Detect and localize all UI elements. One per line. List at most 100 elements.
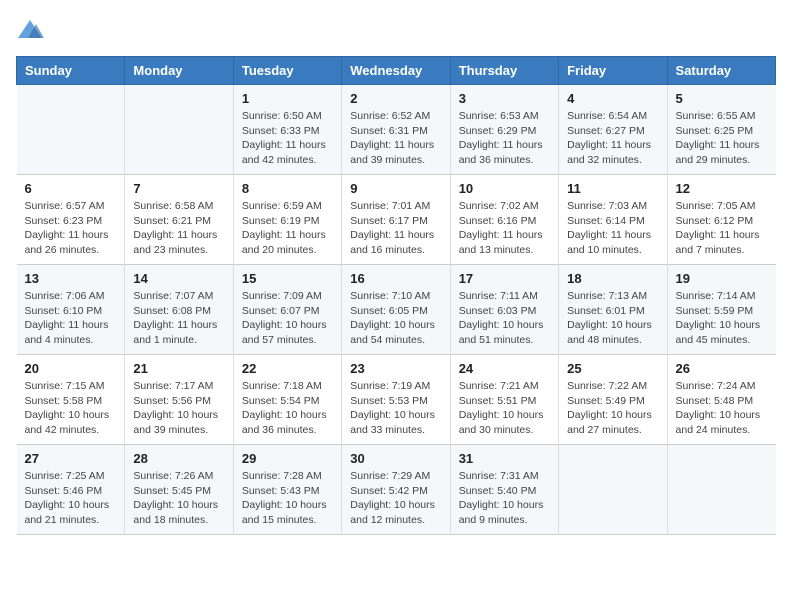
day-info: Sunrise: 7:06 AM Sunset: 6:10 PM Dayligh…	[25, 289, 117, 348]
weekday-header-thursday: Thursday	[450, 57, 558, 85]
calendar-cell: 1 Sunrise: 6:50 AM Sunset: 6:33 PM Daylig…	[233, 85, 341, 175]
calendar-cell: 3 Sunrise: 6:53 AM Sunset: 6:29 PM Daylig…	[450, 85, 558, 175]
day-info: Sunrise: 7:17 AM Sunset: 5:56 PM Dayligh…	[133, 379, 224, 438]
day-info: Sunrise: 6:53 AM Sunset: 6:29 PM Dayligh…	[459, 109, 550, 168]
day-info: Sunrise: 7:21 AM Sunset: 5:51 PM Dayligh…	[459, 379, 550, 438]
day-info: Sunrise: 7:24 AM Sunset: 5:48 PM Dayligh…	[676, 379, 768, 438]
day-info: Sunrise: 6:58 AM Sunset: 6:21 PM Dayligh…	[133, 199, 224, 258]
day-number: 29	[242, 451, 333, 466]
day-info: Sunrise: 7:28 AM Sunset: 5:43 PM Dayligh…	[242, 469, 333, 528]
calendar-cell: 8 Sunrise: 6:59 AM Sunset: 6:19 PM Daylig…	[233, 175, 341, 265]
calendar-cell: 11Sunrise: 7:03 AM Sunset: 6:14 PM Dayli…	[559, 175, 667, 265]
day-number: 7	[133, 181, 224, 196]
calendar-cell: 12 Sunrise: 7:05 AM Sunset: 6:12 PM Dayli…	[667, 175, 775, 265]
day-number: 13	[25, 271, 117, 286]
day-info: Sunrise: 7:15 AM Sunset: 5:58 PM Dayligh…	[25, 379, 117, 438]
day-info: Sunrise: 6:50 AM Sunset: 6:33 PM Dayligh…	[242, 109, 333, 168]
calendar-cell: 6 Sunrise: 6:57 AM Sunset: 6:23 PM Daylig…	[17, 175, 125, 265]
calendar-cell	[125, 85, 233, 175]
day-info: Sunrise: 7:02 AM Sunset: 6:16 PM Dayligh…	[459, 199, 550, 258]
calendar-cell	[559, 445, 667, 535]
weekday-header-saturday: Saturday	[667, 57, 775, 85]
day-number: 3	[459, 91, 550, 106]
day-number: 25	[567, 361, 658, 376]
calendar-cell: 2 Sunrise: 6:52 AM Sunset: 6:31 PM Daylig…	[342, 85, 450, 175]
calendar-week-3: 13 Sunrise: 7:06 AM Sunset: 6:10 PM Dayli…	[17, 265, 776, 355]
day-number: 4	[567, 91, 658, 106]
day-number: 6	[25, 181, 117, 196]
day-number: 26	[676, 361, 768, 376]
day-number: 11	[567, 181, 658, 196]
calendar-week-4: 20 Sunrise: 7:15 AM Sunset: 5:58 PM Dayli…	[17, 355, 776, 445]
day-info: Sunrise: 7:10 AM Sunset: 6:05 PM Dayligh…	[350, 289, 441, 348]
day-info: Sunrise: 6:57 AM Sunset: 6:23 PM Dayligh…	[25, 199, 117, 258]
weekday-header-wednesday: Wednesday	[342, 57, 450, 85]
calendar-cell: 4 Sunrise: 6:54 AM Sunset: 6:27 PM Daylig…	[559, 85, 667, 175]
calendar-cell: 7 Sunrise: 6:58 AM Sunset: 6:21 PM Daylig…	[125, 175, 233, 265]
day-info: Sunrise: 7:31 AM Sunset: 5:40 PM Dayligh…	[459, 469, 550, 528]
weekday-header-row: SundayMondayTuesdayWednesdayThursdayFrid…	[17, 57, 776, 85]
calendar-cell	[667, 445, 775, 535]
calendar-cell: 30 Sunrise: 7:29 AM Sunset: 5:42 PM Dayli…	[342, 445, 450, 535]
day-info: Sunrise: 7:13 AM Sunset: 6:01 PM Dayligh…	[567, 289, 658, 348]
day-number: 24	[459, 361, 550, 376]
calendar-cell: 10 Sunrise: 7:02 AM Sunset: 6:16 PM Dayli…	[450, 175, 558, 265]
day-info: Sunrise: 6:52 AM Sunset: 6:31 PM Dayligh…	[350, 109, 441, 168]
calendar-cell: 28 Sunrise: 7:26 AM Sunset: 5:45 PM Dayli…	[125, 445, 233, 535]
day-info: Sunrise: 7:05 AM Sunset: 6:12 PM Dayligh…	[676, 199, 768, 258]
calendar-cell: 16Sunrise: 7:10 AM Sunset: 6:05 PM Dayli…	[342, 265, 450, 355]
day-number: 17	[459, 271, 550, 286]
day-number: 5	[676, 91, 768, 106]
day-number: 31	[459, 451, 550, 466]
calendar-week-2: 6 Sunrise: 6:57 AM Sunset: 6:23 PM Daylig…	[17, 175, 776, 265]
day-number: 1	[242, 91, 333, 106]
day-number: 30	[350, 451, 441, 466]
day-number: 12	[676, 181, 768, 196]
page-header	[16, 16, 776, 44]
day-number: 8	[242, 181, 333, 196]
calendar-week-1: 1 Sunrise: 6:50 AM Sunset: 6:33 PM Daylig…	[17, 85, 776, 175]
day-number: 28	[133, 451, 224, 466]
day-number: 20	[25, 361, 117, 376]
day-info: Sunrise: 7:18 AM Sunset: 5:54 PM Dayligh…	[242, 379, 333, 438]
day-info: Sunrise: 6:54 AM Sunset: 6:27 PM Dayligh…	[567, 109, 658, 168]
day-number: 10	[459, 181, 550, 196]
day-number: 19	[676, 271, 768, 286]
calendar-cell: 24 Sunrise: 7:21 AM Sunset: 5:51 PM Dayli…	[450, 355, 558, 445]
day-number: 15	[242, 271, 333, 286]
calendar-cell: 27Sunrise: 7:25 AM Sunset: 5:46 PM Dayli…	[17, 445, 125, 535]
calendar-cell: 14 Sunrise: 7:07 AM Sunset: 6:08 PM Dayli…	[125, 265, 233, 355]
day-number: 21	[133, 361, 224, 376]
weekday-header-monday: Monday	[125, 57, 233, 85]
calendar-body: 1 Sunrise: 6:50 AM Sunset: 6:33 PM Daylig…	[17, 85, 776, 535]
calendar-cell: 9 Sunrise: 7:01 AM Sunset: 6:17 PM Daylig…	[342, 175, 450, 265]
logo-icon	[16, 16, 44, 44]
calendar-week-5: 27Sunrise: 7:25 AM Sunset: 5:46 PM Dayli…	[17, 445, 776, 535]
calendar-cell	[17, 85, 125, 175]
day-info: Sunrise: 6:59 AM Sunset: 6:19 PM Dayligh…	[242, 199, 333, 258]
calendar-cell: 29 Sunrise: 7:28 AM Sunset: 5:43 PM Dayli…	[233, 445, 341, 535]
calendar-header: SundayMondayTuesdayWednesdayThursdayFrid…	[17, 57, 776, 85]
day-number: 14	[133, 271, 224, 286]
day-info: Sunrise: 6:55 AM Sunset: 6:25 PM Dayligh…	[676, 109, 768, 168]
calendar-cell: 5 Sunrise: 6:55 AM Sunset: 6:25 PM Daylig…	[667, 85, 775, 175]
day-number: 9	[350, 181, 441, 196]
day-info: Sunrise: 7:26 AM Sunset: 5:45 PM Dayligh…	[133, 469, 224, 528]
day-info: Sunrise: 7:09 AM Sunset: 6:07 PM Dayligh…	[242, 289, 333, 348]
calendar-cell: 23Sunrise: 7:19 AM Sunset: 5:53 PM Dayli…	[342, 355, 450, 445]
calendar-cell: 13 Sunrise: 7:06 AM Sunset: 6:10 PM Dayli…	[17, 265, 125, 355]
calendar-cell: 19Sunrise: 7:14 AM Sunset: 5:59 PM Dayli…	[667, 265, 775, 355]
weekday-header-sunday: Sunday	[17, 57, 125, 85]
weekday-header-friday: Friday	[559, 57, 667, 85]
day-info: Sunrise: 7:07 AM Sunset: 6:08 PM Dayligh…	[133, 289, 224, 348]
day-number: 2	[350, 91, 441, 106]
day-number: 23	[350, 361, 441, 376]
weekday-header-tuesday: Tuesday	[233, 57, 341, 85]
day-number: 18	[567, 271, 658, 286]
calendar-table: SundayMondayTuesdayWednesdayThursdayFrid…	[16, 56, 776, 535]
day-info: Sunrise: 7:01 AM Sunset: 6:17 PM Dayligh…	[350, 199, 441, 258]
calendar-cell: 18 Sunrise: 7:13 AM Sunset: 6:01 PM Dayli…	[559, 265, 667, 355]
day-number: 22	[242, 361, 333, 376]
day-info: Sunrise: 7:29 AM Sunset: 5:42 PM Dayligh…	[350, 469, 441, 528]
calendar-cell: 15 Sunrise: 7:09 AM Sunset: 6:07 PM Dayli…	[233, 265, 341, 355]
